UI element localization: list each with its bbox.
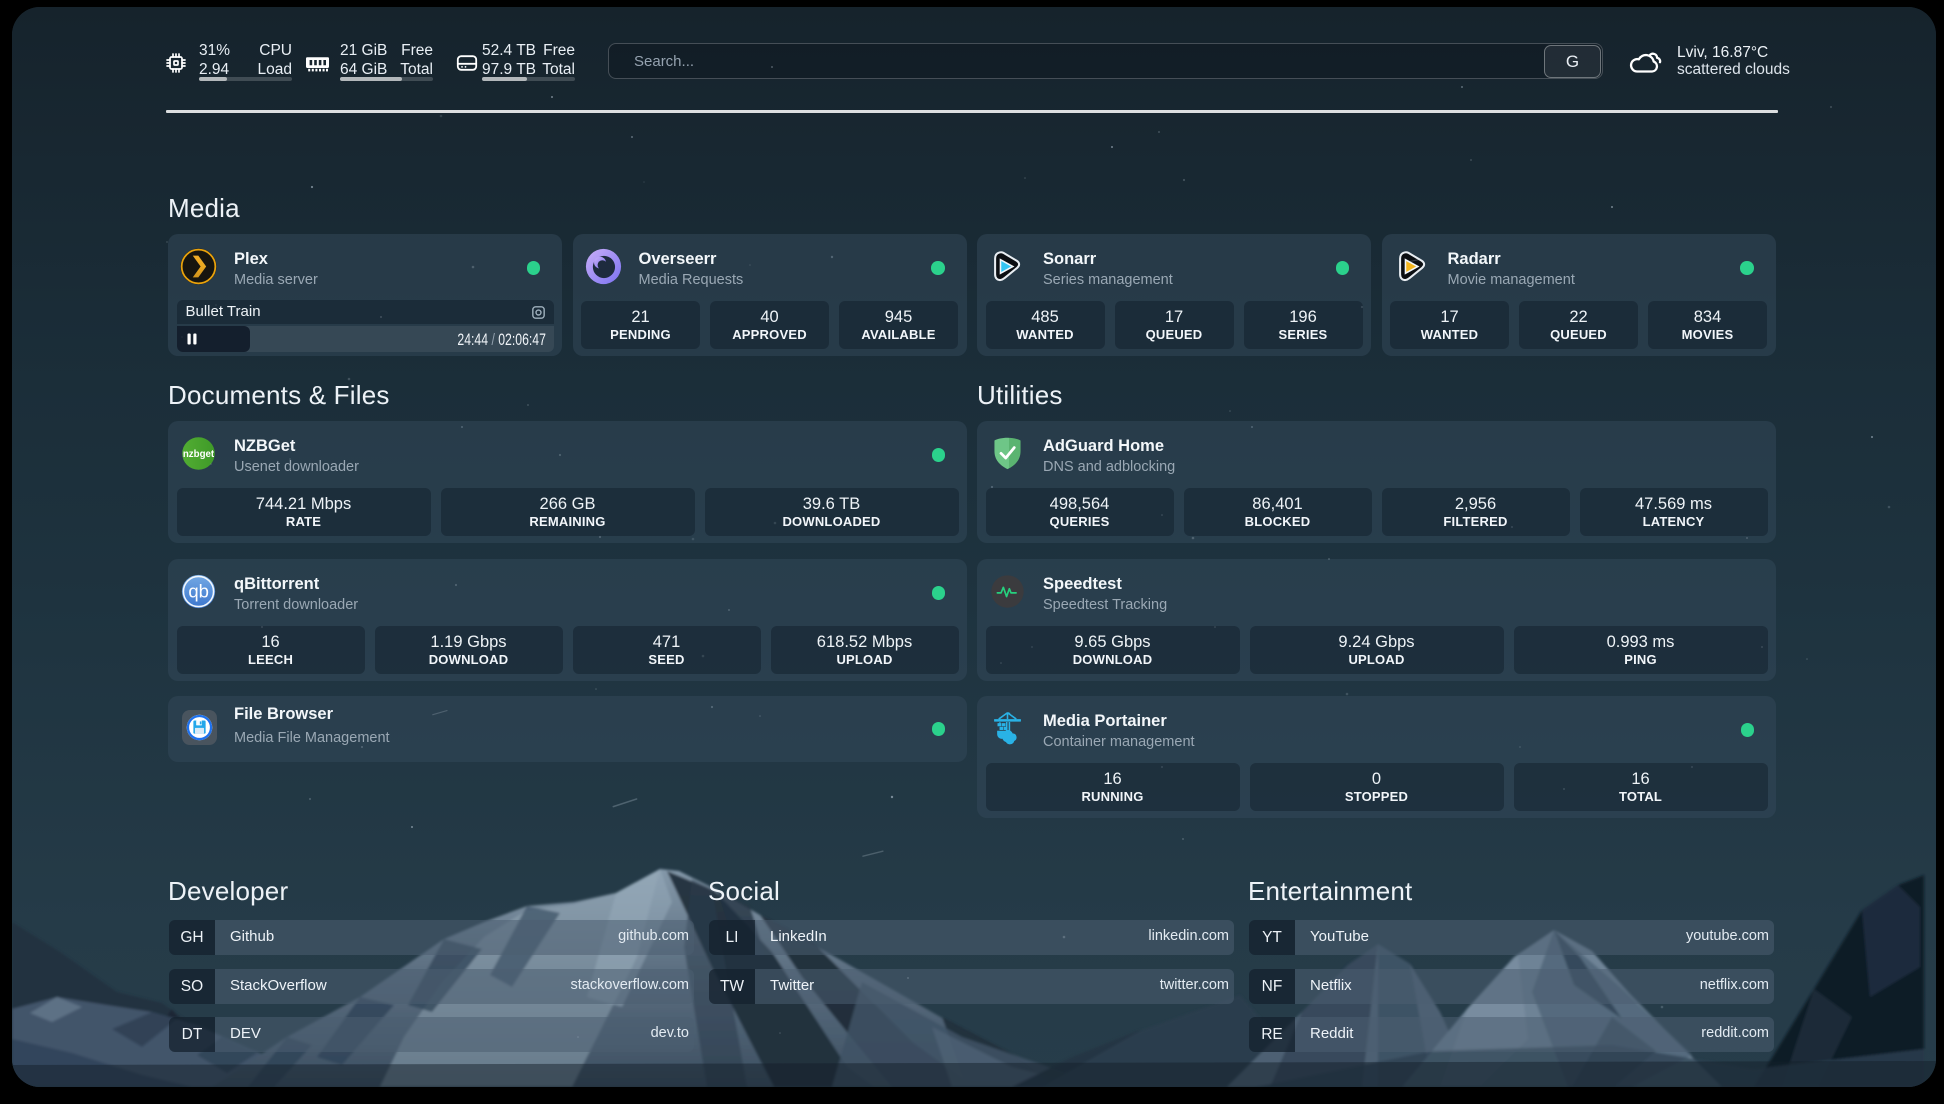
svg-text:nzbget: nzbget bbox=[183, 449, 215, 460]
svg-text:qb: qb bbox=[188, 581, 209, 602]
